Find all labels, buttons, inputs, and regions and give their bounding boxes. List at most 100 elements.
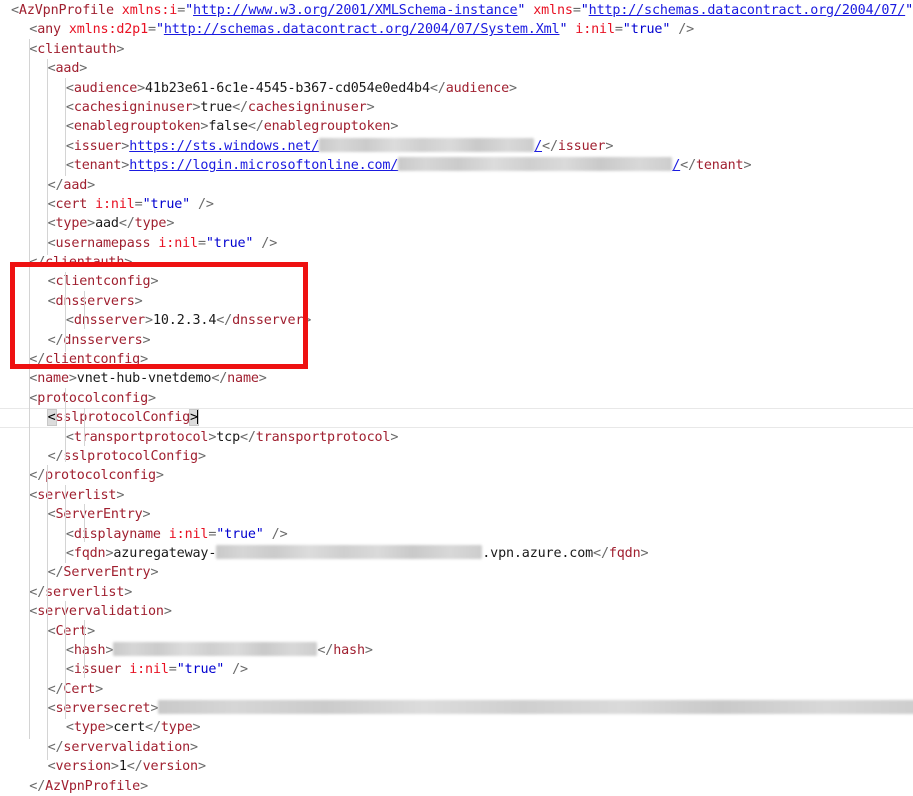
xml-punctuation: </ [593,545,609,561]
code-line[interactable]: <hash> </hash> [0,641,913,660]
xml-url-link[interactable]: http://schemas.datacontract.org/2004/07/… [164,22,560,37]
xml-punctuation: </ [680,158,696,174]
xml-punctuation: > [140,778,148,794]
code-line[interactable]: <usernamepass i:nil="true" /> [0,234,913,253]
xml-attribute-value: "true" [205,235,254,251]
xml-punctuation: > [192,720,201,736]
code-line[interactable]: <AzVpnProfile xmlns:i="http://www.w3.org… [0,1,913,20]
xml-punctuation: </ [47,681,64,697]
xml-tag-name: version [55,759,112,775]
xml-punctuation: </ [47,177,64,193]
xml-source-editor[interactable]: <AzVpnProfile xmlns:i="http://www.w3.org… [0,0,913,794]
xml-punctuation: </ [216,313,233,329]
code-line[interactable]: </servervalidation> [0,738,913,757]
redacted-value [319,137,535,152]
code-line[interactable]: </Cert> [0,680,913,699]
indent-guide [84,620,85,678]
code-line[interactable]: <sslprotocolConfig> [0,408,913,428]
xml-punctuation: > [163,604,172,620]
code-line[interactable]: <Cert> [0,622,913,641]
xml-tag-name: enablegrouptoken [73,119,201,135]
code-line[interactable]: <servervalidation> [0,602,913,621]
xml-url-link[interactable]: http://schemas.datacontract.org/2004/07/ [589,3,906,18]
code-line[interactable]: <clientauth> [0,40,913,59]
xml-url-link[interactable]: http://www.w3.org/2001/XMLSchema-instanc… [193,3,518,18]
code-line[interactable]: </clientauth> [0,253,913,272]
code-line[interactable]: <issuer>https://sts.windows.net//</issue… [0,137,913,156]
code-line[interactable]: </clientconfig> [0,350,913,369]
code-line[interactable]: <type>cert</type> [0,718,913,737]
xml-tag-name: enablegrouptoken [263,119,391,135]
code-line[interactable]: <name>vnet-hub-vnetdemo</name> [0,369,913,388]
code-line[interactable]: <issuer i:nil="true" /> [0,660,913,679]
code-line[interactable]: <aad> [0,59,913,78]
xml-tag-name: type [55,216,88,232]
xml-punctuation: < [65,138,74,154]
xml-tag-name: audience [445,80,509,96]
xml-tag-name: issuer [557,138,606,154]
xml-tag-name: Cert [63,681,96,697]
xml-punctuation: </ [429,80,446,96]
xml-punctuation: > [124,584,133,600]
xml-tag-name: transportprotocol [255,429,391,445]
code-line[interactable]: <type>aad</type> [0,214,913,233]
xml-url-link[interactable]: https://sts.windows.net/ [129,139,319,154]
xml-url-link[interactable]: https://login.microsoftonline.com/ [129,158,398,173]
xml-tag-name: sslprotocolConfig [63,448,198,464]
xml-url-link[interactable]: / [672,158,680,173]
xml-text-content [190,197,198,212]
xml-text-content: 10.2.3.4 [152,313,217,329]
xml-attribute-name: i:nil [168,526,209,542]
xml-punctuation: > [743,158,752,174]
code-line[interactable]: </dnsservers> [0,331,913,350]
xml-punctuation: < [65,662,74,678]
code-line[interactable]: <serverlist> [0,486,913,505]
code-line[interactable]: <cachesigninuser>true</cachesigninuser> [0,98,913,117]
xml-punctuation: = [148,22,156,38]
xml-attribute-value: " [185,3,194,18]
xml-tag-name: fqdn [608,545,641,561]
code-line[interactable]: <version>1</version> [0,757,913,776]
xml-punctuation: </ [29,352,46,368]
xml-punctuation: < [47,196,56,212]
xml-punctuation: </ [126,759,143,775]
xml-punctuation: < [65,119,74,135]
xml-tag-name: type [134,216,167,232]
xml-tag-name: issuer [73,662,122,678]
code-line[interactable]: <enablegrouptoken>false</enablegrouptoke… [0,117,913,136]
code-line[interactable]: <serversecret> [0,699,913,718]
code-line-container[interactable]: <AzVpnProfile xmlns:i="http://www.w3.org… [0,1,913,796]
code-line[interactable]: <ServerEntry> [0,505,913,524]
code-line[interactable]: </sslprotocolConfig> [0,447,913,466]
xml-url-link[interactable]: / [534,139,542,154]
code-line[interactable]: <clientconfig> [0,272,913,291]
xml-tag-name: fqdn [73,545,106,561]
code-line[interactable]: <dnsserver>10.2.3.4</dnsserver> [0,311,913,330]
code-line[interactable]: <any xmlns:d2p1="http://schemas.datacont… [0,20,913,39]
xml-punctuation: > [145,313,153,329]
xml-punctuation: > [258,371,267,387]
code-line[interactable]: <protocolconfig> [0,389,913,408]
code-line[interactable]: <tenant>https://login.microsoftonline.co… [0,156,913,175]
code-line[interactable]: <transportprotocol>tcp</transportprotoco… [0,428,913,447]
xml-tag-name: tenant [695,158,744,174]
xml-text-content: false [208,119,248,135]
code-line[interactable]: <cert i:nil="true" /> [0,195,913,214]
code-line[interactable]: </AzVpnProfile> [0,777,913,796]
xml-punctuation: < [65,429,74,445]
code-line[interactable]: </ServerEntry> [0,563,913,582]
xml-tag-name: any [37,22,61,38]
xml-tag-name: version [142,759,199,775]
code-line[interactable]: </protocolconfig> [0,466,913,485]
code-line[interactable]: <dnsservers> [0,292,913,311]
xml-attribute-value: " [155,22,164,38]
code-line[interactable]: <fqdn>azuregateway- .vpn.azure.com</fqdn> [0,544,913,563]
code-line[interactable]: </aad> [0,176,913,195]
code-line[interactable]: </serverlist> [0,583,913,602]
code-line[interactable]: <audience>41b23e61-6c1e-4545-b367-cd054e… [0,79,913,98]
xml-tag-name: AzVpnProfile [45,778,141,794]
xml-attribute-value: " [580,3,589,18]
code-line[interactable]: <displayname i:nil="true" /> [0,525,913,544]
xml-tag-name: hash [333,642,365,658]
xml-tag-name: name [37,371,69,387]
